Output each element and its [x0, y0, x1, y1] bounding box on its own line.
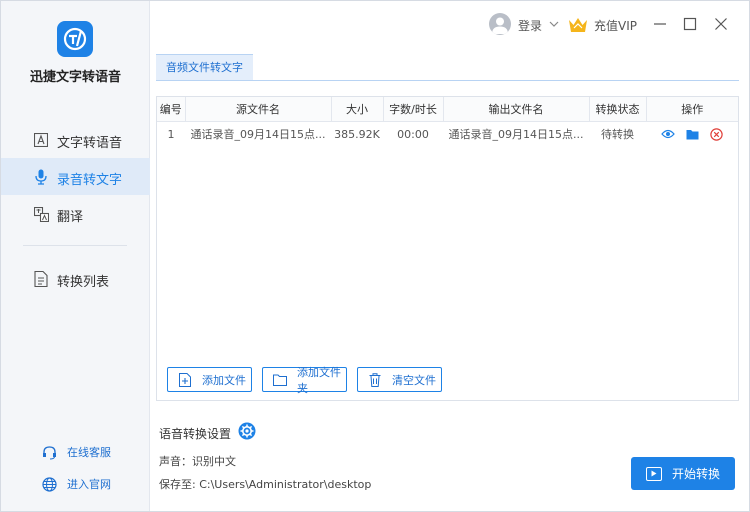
- play-icon: [645, 466, 662, 481]
- eye-icon[interactable]: [661, 127, 675, 141]
- clear-files-button[interactable]: 清空文件: [357, 367, 442, 392]
- official-site-link[interactable]: 进入官网: [41, 476, 111, 492]
- login-button[interactable]: 登录: [518, 17, 542, 34]
- start-convert-label: 开始转换: [671, 467, 720, 481]
- column-header-index: 编号: [157, 97, 186, 122]
- cell-status: 待转换: [601, 128, 634, 142]
- maximize-icon[interactable]: [682, 16, 698, 32]
- tab-underline: [156, 80, 739, 81]
- gear-icon[interactable]: [238, 422, 256, 440]
- column-header-size: 大小: [331, 97, 384, 122]
- globe-icon: [41, 476, 57, 492]
- table-row[interactable]: 1 通话录音_09月14日15点... 385.92K 00:00 通话录音_0…: [157, 121, 738, 147]
- sidebar-item-label: 文字转语音: [57, 136, 123, 151]
- app-window: 迅捷文字转语音 文字转语音 录音转文字 翻译 转换列表 在线客服 进入官网 登录…: [0, 0, 750, 512]
- conversion-settings-title: 语音转换设置: [159, 427, 232, 441]
- folder-icon[interactable]: [685, 127, 699, 141]
- sidebar-item-speech-to-text[interactable]: 录音转文字: [1, 158, 150, 195]
- online-support-link[interactable]: 在线客服: [41, 444, 111, 460]
- headset-icon: [41, 444, 57, 460]
- chevron-down-icon[interactable]: [548, 18, 560, 30]
- add-file-label: 添加文件: [202, 373, 246, 387]
- cell-actions: [646, 121, 738, 147]
- add-folder-button[interactable]: 添加文件夹: [262, 366, 347, 395]
- cell-size: 385.92K: [334, 127, 380, 141]
- vip-recharge-button[interactable]: 充值VIP: [594, 17, 637, 34]
- app-name: 迅捷文字转语音: [29, 70, 121, 85]
- logo-icon: [57, 21, 93, 57]
- sidebar-item-label: 翻译: [57, 210, 84, 225]
- voice-setting: 声音：识别中文: [159, 455, 236, 468]
- sidebar-item-label: 转换列表: [57, 275, 110, 290]
- cell-index: 1: [167, 127, 175, 141]
- start-convert-button[interactable]: 开始转换: [631, 457, 735, 490]
- add-file-icon: [178, 372, 192, 387]
- sidebar-item-translate[interactable]: 翻译: [1, 195, 150, 232]
- clear-files-label: 清空文件: [392, 373, 436, 387]
- column-header-output: 输出文件名: [443, 97, 590, 122]
- crown-icon: [568, 16, 588, 34]
- trash-icon: [368, 372, 382, 387]
- column-header-status: 转换状态: [589, 97, 647, 122]
- sidebar-divider: [23, 245, 127, 246]
- save-path: 保存至: C:\Users\Administrator\desktop: [159, 478, 372, 491]
- close-icon[interactable]: [713, 16, 729, 32]
- delete-icon[interactable]: [709, 127, 723, 141]
- avatar[interactable]: [489, 13, 511, 35]
- tab-audio-to-text[interactable]: 音频文件转文字: [156, 54, 253, 80]
- cell-source-name: 通话录音_09月14日15点...: [190, 128, 326, 142]
- cell-output-name: 通话录音_09月14日15点...: [448, 128, 584, 142]
- sidebar-item-label: 录音转文字: [57, 173, 123, 188]
- translate-icon: [33, 206, 49, 222]
- microphone-icon: [33, 169, 49, 185]
- text-a-icon: [33, 132, 49, 148]
- online-support-label: 在线客服: [67, 446, 111, 459]
- sidebar: 迅捷文字转语音 文字转语音 录音转文字 翻译 转换列表 在线客服 进入官网: [1, 1, 150, 511]
- official-site-label: 进入官网: [67, 478, 111, 491]
- table-header-row: 编号 源文件名 大小 字数/时长 输出文件名 转换状态 操作: [157, 97, 738, 122]
- file-table: 编号 源文件名 大小 字数/时长 输出文件名 转换状态 操作 1 通话录音_09…: [157, 97, 738, 147]
- add-file-button[interactable]: 添加文件: [167, 367, 252, 392]
- column-header-duration: 字数/时长: [383, 97, 444, 122]
- add-folder-label: 添加文件夹: [297, 365, 341, 395]
- sidebar-item-text-to-speech[interactable]: 文字转语音: [1, 121, 150, 158]
- title-bar: 登录 充值VIP: [150, 1, 750, 49]
- sidebar-item-conversion-list[interactable]: 转换列表: [1, 260, 150, 297]
- minimize-icon[interactable]: [652, 16, 668, 32]
- folder-icon: [273, 373, 287, 387]
- cell-duration: 00:00: [397, 127, 429, 141]
- list-doc-icon: [33, 271, 49, 287]
- column-header-source: 源文件名: [185, 97, 332, 122]
- file-table-panel: 编号 源文件名 大小 字数/时长 输出文件名 转换状态 操作 1 通话录音_09…: [156, 96, 739, 401]
- column-header-actions: 操作: [646, 97, 738, 122]
